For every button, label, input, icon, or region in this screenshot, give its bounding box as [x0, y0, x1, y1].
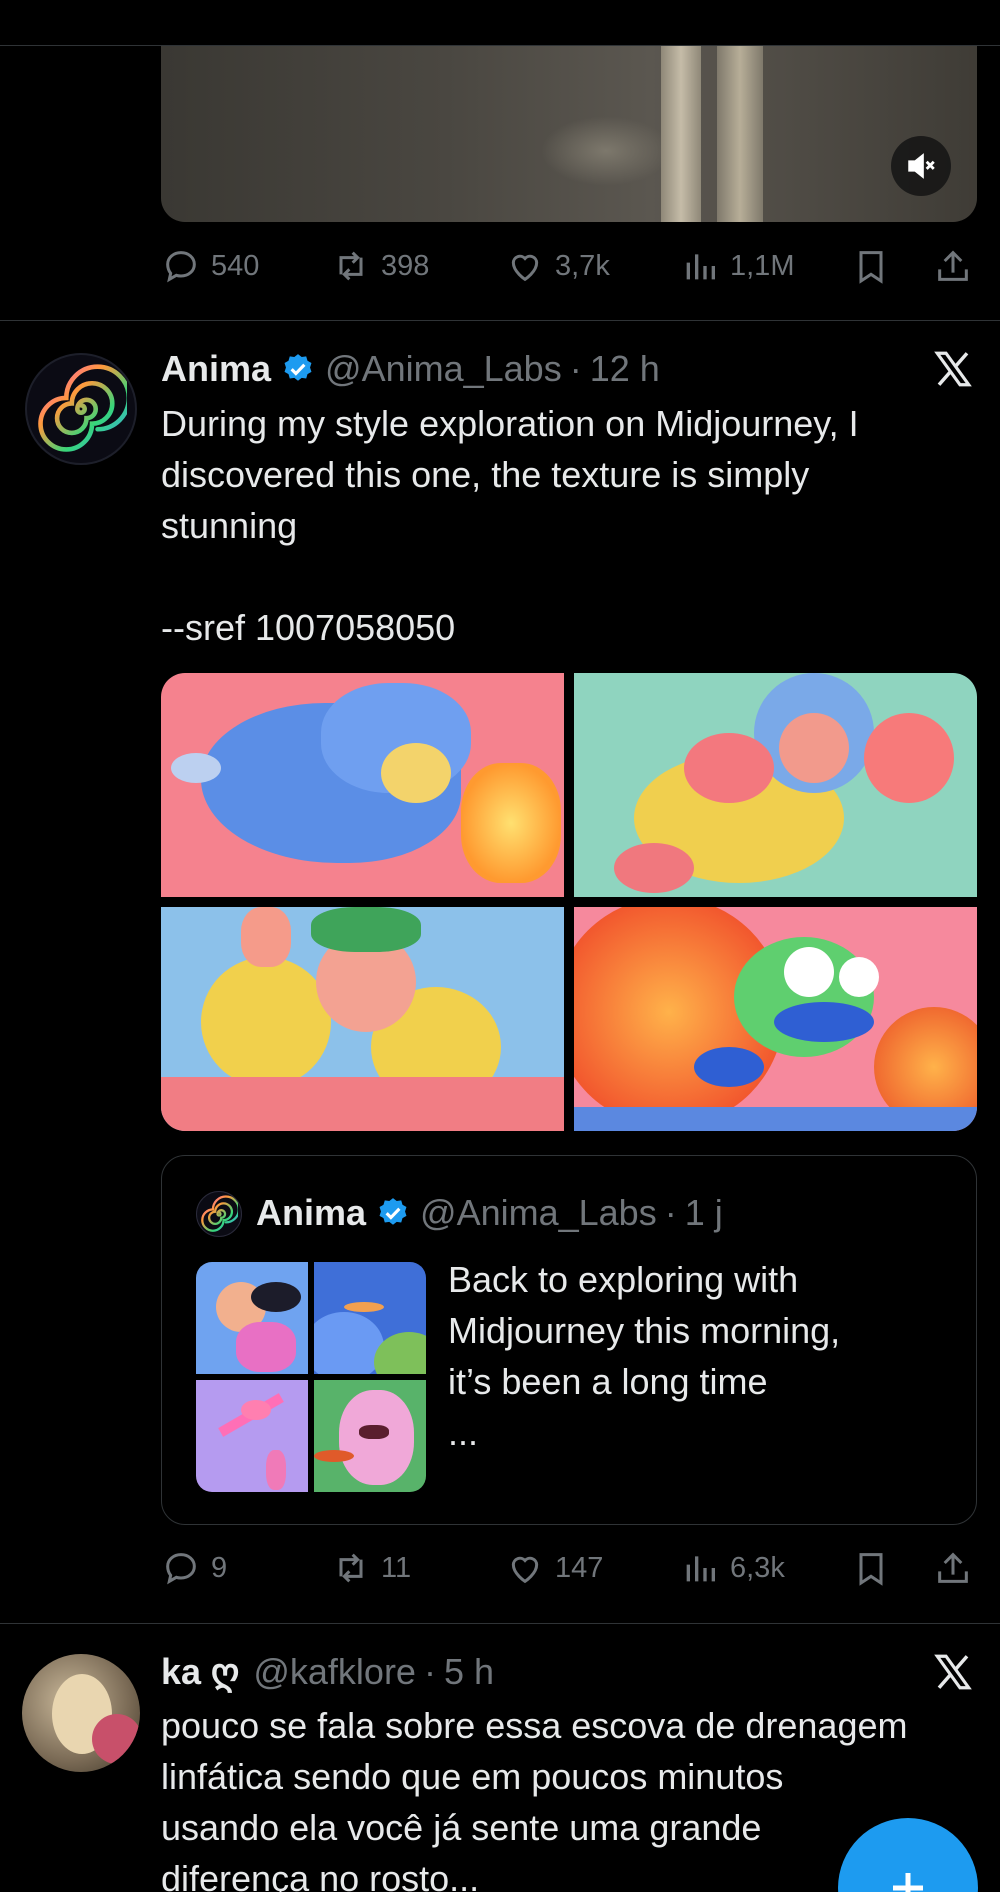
like-button[interactable]: 147 — [505, 1548, 603, 1588]
quote-author-handle: @Anima_Labs — [420, 1192, 657, 1233]
tweet-divider — [0, 1623, 1000, 1624]
media-image[interactable] — [574, 907, 977, 1131]
quote-media-image — [314, 1380, 426, 1492]
meta-separator: · — [664, 1192, 677, 1233]
tweet-header: ka ღ @kafklore · 5 h — [161, 1647, 494, 1697]
media-image[interactable] — [574, 673, 977, 897]
quote-media-grid — [196, 1262, 426, 1492]
quote-text-line: Back to exploring with — [448, 1259, 799, 1300]
video-player[interactable] — [161, 46, 977, 222]
bookmark-icon — [859, 251, 883, 284]
author-handle[interactable]: @Anima_Labs — [325, 348, 562, 390]
tweet-actions: 540 398 3,7k 1,1M — [161, 244, 977, 288]
quote-text-line: it’s been a long time — [448, 1361, 768, 1402]
repost-count: 398 — [381, 249, 430, 282]
meta-separator: · — [569, 348, 582, 389]
media-image[interactable] — [161, 907, 564, 1131]
tweet-divider — [0, 320, 1000, 321]
reply-count: 9 — [211, 1551, 228, 1584]
views-button[interactable]: 1,1M — [680, 246, 794, 286]
spiral-logo-icon — [38, 364, 127, 452]
media-grid — [161, 673, 977, 1131]
quote-avatar[interactable] — [196, 1191, 242, 1237]
views-button[interactable]: 6,3k — [680, 1548, 785, 1588]
mute-button[interactable] — [891, 136, 951, 196]
quote-body: Back to exploring with Midjourney this m… — [448, 1254, 918, 1458]
share-icon — [938, 1552, 968, 1583]
share-icon — [938, 250, 968, 281]
bookmark-button[interactable] — [851, 246, 891, 286]
top-bar — [0, 0, 1000, 46]
repost-icon — [339, 251, 363, 281]
tweet-time[interactable]: 12 h — [590, 348, 660, 390]
verified-badge-icon — [379, 1198, 407, 1225]
video-frame-detail — [541, 116, 671, 186]
views-icon — [686, 254, 715, 280]
repost-icon — [339, 1553, 363, 1583]
quote-text-line: ... — [448, 1412, 479, 1453]
share-button[interactable] — [933, 246, 973, 286]
tweet-actions: 9 11 147 6,3k — [161, 1546, 977, 1590]
repost-button[interactable]: 11 — [331, 1548, 411, 1588]
views-count: 6,3k — [730, 1551, 785, 1584]
like-icon — [511, 254, 539, 282]
mute-icon — [908, 153, 935, 179]
reply-button[interactable]: 9 — [161, 1548, 227, 1588]
video-frame-detail — [717, 46, 763, 222]
quote-text-line: Midjourney this morning, — [448, 1310, 841, 1351]
quote-header: Anima @Anima_Labs · 1 j — [256, 1188, 723, 1238]
bookmark-icon — [859, 1553, 883, 1586]
avatar[interactable] — [25, 353, 137, 465]
author-name[interactable]: Anima — [161, 348, 271, 390]
tweet-text-line: stunning — [161, 505, 298, 546]
reply-count: 540 — [211, 249, 260, 282]
tweet-text-line: discovered this one, the texture is simp… — [161, 454, 810, 495]
quote-media-image — [196, 1380, 308, 1492]
bookmark-button[interactable] — [851, 1548, 891, 1588]
repost-count: 11 — [381, 1551, 412, 1584]
reply-button[interactable]: 540 — [161, 246, 259, 286]
video-frame-detail — [661, 46, 701, 222]
like-button[interactable]: 3,7k — [505, 246, 610, 286]
spiral-logo-icon — [201, 1195, 238, 1232]
reply-icon — [166, 1553, 196, 1585]
tweet-body: During my style exploration on Midjourne… — [161, 398, 981, 653]
compose-plus-icon — [893, 1873, 923, 1892]
views-count: 1,1M — [730, 249, 795, 282]
reply-icon — [166, 251, 196, 283]
quote-time: 1 j — [684, 1192, 723, 1233]
quoted-tweet[interactable]: Anima @Anima_Labs · 1 j Back to explorin… — [161, 1155, 977, 1525]
tweet-sref: --sref 1007058050 — [161, 607, 456, 648]
tweet-header: Anima @Anima_Labs · 12 h — [161, 344, 660, 394]
author-handle[interactable]: @kafklore — [253, 1651, 416, 1693]
like-icon — [511, 1556, 539, 1584]
quote-media-image — [196, 1262, 308, 1374]
like-count: 147 — [555, 1551, 604, 1584]
author-name[interactable]: ka ღ — [161, 1651, 239, 1693]
media-image[interactable] — [161, 673, 564, 897]
meta-separator: · — [423, 1651, 436, 1692]
avatar[interactable] — [22, 1654, 140, 1772]
x-logo-icon — [934, 351, 972, 387]
tweet-text-line: During my style exploration on Midjourne… — [161, 403, 859, 444]
share-button[interactable] — [933, 1548, 973, 1588]
tweet-text-line: linfática sendo que em poucos minutos — [161, 1756, 784, 1797]
quote-media-image — [314, 1262, 426, 1374]
x-logo-icon — [934, 1654, 972, 1690]
like-count: 3,7k — [555, 249, 610, 282]
verified-badge-icon — [284, 354, 312, 381]
tweet-time[interactable]: 5 h — [444, 1651, 494, 1693]
views-icon — [686, 1556, 715, 1582]
tweet-text-line: pouco se fala sobre essa escova de drena… — [161, 1705, 908, 1746]
repost-button[interactable]: 398 — [331, 246, 429, 286]
quote-author-name: Anima — [256, 1192, 367, 1233]
